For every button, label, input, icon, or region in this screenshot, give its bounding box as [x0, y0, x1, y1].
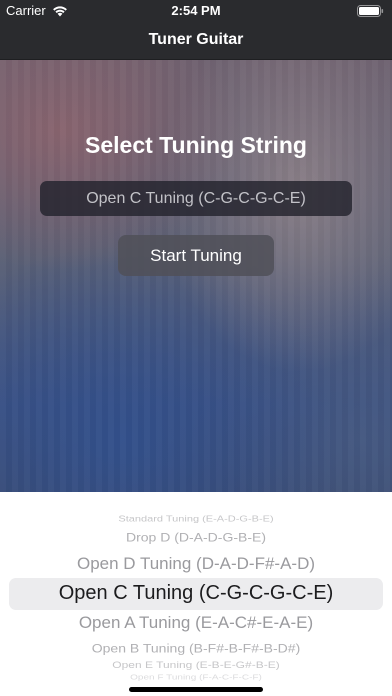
- picker-option[interactable]: Drop D (D-A-D-G-B-E): [0, 530, 392, 544]
- picker-option[interactable]: Open D Tuning (D-A-D-F#-A-D): [0, 555, 392, 574]
- tuning-select-field[interactable]: Open C Tuning (C-G-C-G-C-E): [40, 181, 352, 216]
- start-tuning-button[interactable]: Start Tuning: [118, 235, 274, 276]
- status-bar: Carrier 2:54 PM: [0, 0, 392, 22]
- home-indicator: [129, 687, 263, 692]
- main-content: Select Tuning String Open C Tuning (C-G-…: [0, 60, 392, 492]
- picker-option[interactable]: Open B Tuning (B-F#-B-F#-B-D#): [0, 641, 392, 655]
- navigation-bar: Tuner Guitar: [0, 22, 392, 60]
- picker-option[interactable]: Open F Tuning (F-A-C-F-C-F): [0, 674, 392, 682]
- tuning-picker[interactable]: Standard Tuning (E-A-D-G-B-E) Drop D (D-…: [0, 492, 392, 696]
- battery-icon: [357, 5, 384, 17]
- page-title: Select Tuning String: [85, 132, 307, 158]
- picker-option[interactable]: Open E Tuning (E-B-E-G#-B-E): [0, 659, 392, 670]
- picker-option-selected[interactable]: Open C Tuning (C-G-C-G-C-E): [0, 582, 392, 605]
- status-time: 2:54 PM: [171, 3, 221, 18]
- picker-option[interactable]: Standard Tuning (E-A-D-G-B-E): [0, 514, 392, 523]
- nav-title: Tuner Guitar: [148, 31, 244, 48]
- picker-option[interactable]: Open A Tuning (E-A-C#-E-A-E): [0, 614, 392, 633]
